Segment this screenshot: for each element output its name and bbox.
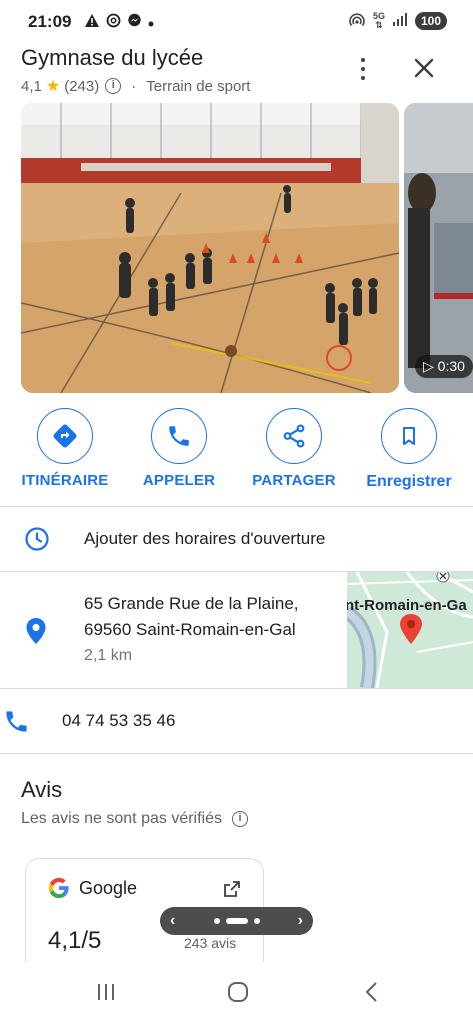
call-button-circle[interactable] bbox=[151, 408, 207, 464]
status-bar: 21:09 5G ⇅ 100 bbox=[0, 0, 473, 44]
share-button[interactable]: PARTAGER bbox=[248, 408, 340, 489]
rating-value: 4,1 bbox=[21, 77, 42, 95]
external-link-icon[interactable] bbox=[222, 879, 242, 899]
map-town-label: nt-Romain-en-Ga bbox=[347, 597, 467, 614]
carousel-dot bbox=[253, 918, 260, 924]
place-title: Gymnase du lycée bbox=[21, 45, 204, 70]
directions-icon bbox=[53, 424, 77, 448]
threads-icon bbox=[106, 13, 121, 31]
network-type: 5G bbox=[372, 11, 385, 21]
bookmark-icon bbox=[403, 427, 415, 445]
video-duration: 0:30 bbox=[437, 358, 465, 374]
info-icon[interactable]: i bbox=[232, 811, 248, 827]
recent-apps-icon[interactable] bbox=[94, 980, 118, 1004]
save-button-circle[interactable] bbox=[381, 408, 437, 464]
carousel-dots bbox=[213, 918, 260, 924]
address-line-2: 69560 Saint-Romain-en-Gal bbox=[84, 620, 296, 639]
more-dot bbox=[361, 67, 365, 71]
address-line-1: 65 Grande Rue de la Plaine, bbox=[84, 594, 299, 613]
phone-icon bbox=[169, 426, 189, 446]
back-icon[interactable] bbox=[360, 980, 384, 1004]
warning-icon bbox=[84, 13, 100, 31]
google-logo-icon bbox=[48, 877, 69, 899]
video-thumbnail-illustration bbox=[404, 103, 473, 393]
gym-photo-illustration bbox=[21, 103, 399, 393]
directions-label: ITINÉRAIRE bbox=[21, 472, 109, 489]
share-icon bbox=[283, 424, 305, 448]
more-options-button[interactable] bbox=[352, 54, 374, 84]
hotspot-icon bbox=[349, 12, 365, 30]
action-buttons: ITINÉRAIRE APPELER PARTAGER Enregistrer bbox=[0, 408, 473, 498]
call-button[interactable]: APPELER bbox=[134, 408, 224, 489]
review-count[interactable]: (243) bbox=[64, 78, 99, 95]
close-icon bbox=[414, 58, 434, 78]
place-photo-main[interactable] bbox=[21, 103, 399, 393]
reviews-heading: Avis bbox=[21, 777, 63, 802]
5g-icon: 5G ⇅ bbox=[372, 11, 385, 30]
more-dot bbox=[361, 76, 365, 80]
clock-icon bbox=[25, 527, 49, 551]
status-icons: 5G ⇅ 100 bbox=[349, 12, 447, 30]
rating-row: 4,1 ★ (243) i · Terrain de sport bbox=[21, 76, 250, 96]
save-label: Enregistrer bbox=[366, 473, 452, 490]
phone-row[interactable]: 04 74 53 35 46 bbox=[0, 689, 473, 753]
carousel-navigator[interactable]: ‹ › bbox=[160, 907, 313, 935]
info-icon[interactable]: i bbox=[105, 78, 122, 94]
notification-icons bbox=[84, 13, 154, 31]
hours-row[interactable]: Ajouter des horaires d'ouverture bbox=[0, 507, 473, 571]
place-category: Terrain de sport bbox=[146, 77, 251, 95]
share-button-circle[interactable] bbox=[266, 408, 322, 464]
map-illustration bbox=[347, 572, 473, 688]
video-duration-badge: ▷ 0:30 bbox=[415, 355, 473, 378]
close-button[interactable] bbox=[408, 52, 440, 84]
address-distance: 2,1 km bbox=[84, 647, 133, 664]
battery-indicator: 100 bbox=[414, 12, 447, 30]
review-total: 243 avis bbox=[184, 935, 237, 951]
divider bbox=[0, 753, 473, 754]
star-icon: ★ bbox=[45, 78, 61, 95]
add-hours-label: Ajouter des horaires d'ouverture bbox=[84, 529, 326, 548]
call-label: APPELER bbox=[142, 472, 216, 489]
directions-button[interactable]: ITINÉRAIRE bbox=[19, 408, 111, 489]
reviews-note-text: Les avis ne sont pas vérifiés bbox=[21, 810, 222, 827]
chevron-right-icon[interactable]: › bbox=[298, 912, 303, 930]
reviews-note: Les avis ne sont pas vérifiés i bbox=[21, 810, 248, 828]
system-nav-bar bbox=[0, 962, 473, 1024]
carousel-dot bbox=[213, 918, 220, 924]
location-pin-icon bbox=[26, 618, 46, 644]
signal-icon bbox=[392, 13, 407, 29]
phone-number: 04 74 53 35 46 bbox=[62, 711, 176, 730]
separator-dot: · bbox=[131, 77, 137, 95]
phone-icon bbox=[6, 711, 27, 732]
map-thumbnail[interactable]: nt-Romain-en-Ga bbox=[347, 572, 473, 688]
google-brand-label: Google bbox=[79, 878, 138, 898]
dot-icon bbox=[148, 14, 154, 30]
more-dot bbox=[361, 58, 365, 62]
chevron-left-icon[interactable]: ‹ bbox=[170, 912, 175, 930]
status-time: 21:09 bbox=[28, 12, 72, 31]
save-button[interactable]: Enregistrer bbox=[362, 408, 456, 491]
review-score: 4,1/5 bbox=[48, 927, 102, 954]
directions-button-circle[interactable] bbox=[37, 408, 93, 464]
messenger-icon bbox=[127, 13, 142, 31]
home-icon[interactable] bbox=[226, 980, 250, 1004]
play-icon: ▷ bbox=[423, 358, 434, 374]
carousel-dot-active bbox=[225, 918, 248, 924]
share-label: PARTAGER bbox=[252, 472, 336, 489]
address-text: 65 Grande Rue de la Plaine, 69560 Saint-… bbox=[84, 591, 299, 669]
place-photo-video[interactable] bbox=[404, 103, 473, 393]
